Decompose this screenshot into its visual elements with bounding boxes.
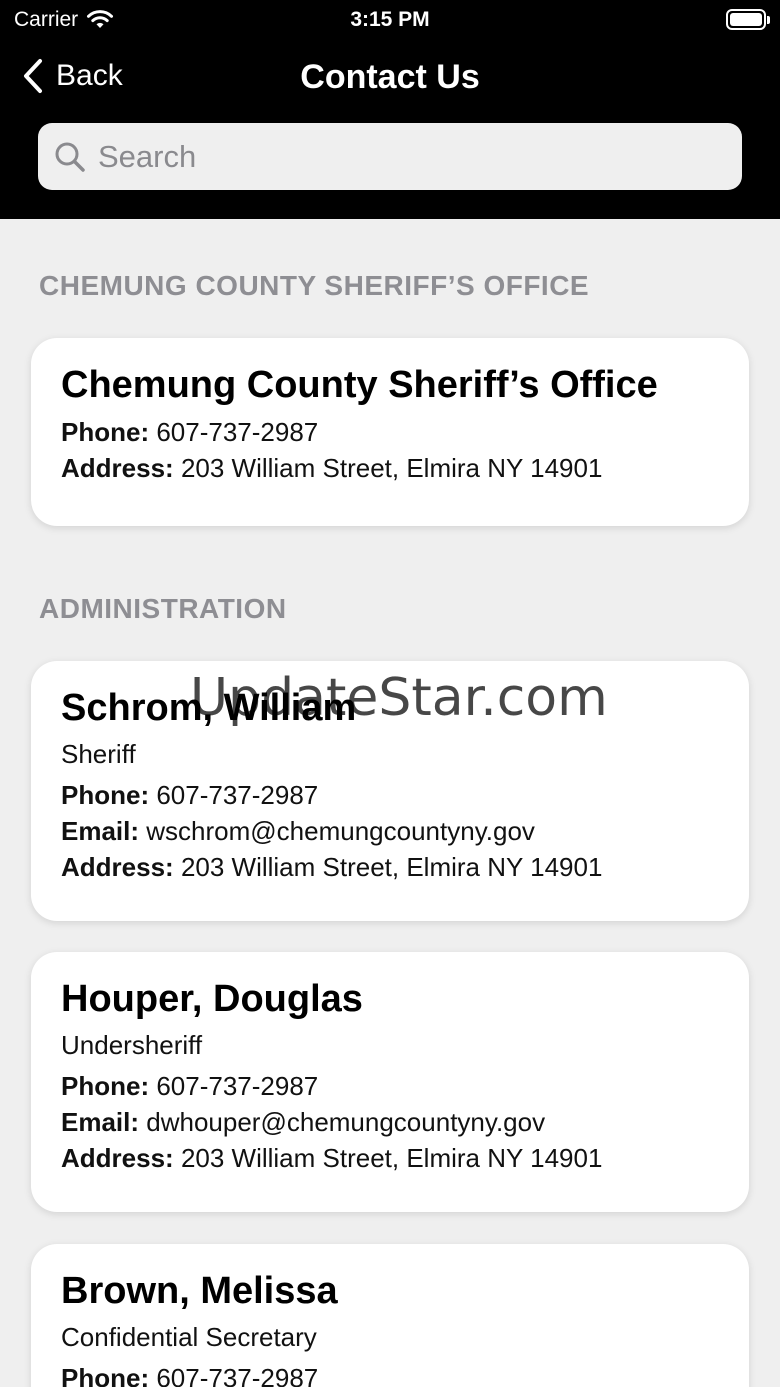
contact-email-row: Email: dwhouper@chemungcountyny.gov xyxy=(61,1104,719,1140)
contact-card[interactable]: Brown, Melissa Confidential Secretary Ph… xyxy=(31,1244,749,1387)
search-bar[interactable] xyxy=(38,123,742,190)
contact-phone-row: Phone: 607-737-2987 xyxy=(61,1068,719,1104)
contact-phone-row: Phone: 607-737-2987 xyxy=(61,1360,719,1387)
email-label: Email: xyxy=(61,1107,140,1137)
contact-address[interactable]: 203 William Street, Elmira NY 14901 xyxy=(181,852,602,882)
battery-icon xyxy=(726,9,770,30)
contact-card[interactable]: Houper, Douglas Undersheriff Phone: 607-… xyxy=(31,952,749,1212)
contact-email-row: Email: wschrom@chemungcountyny.gov xyxy=(61,813,719,849)
contact-role: Undersheriff xyxy=(61,1030,203,1060)
contact-phone[interactable]: 607-737-2987 xyxy=(156,1071,318,1101)
contact-phone[interactable]: 607-737-2987 xyxy=(156,780,318,810)
contact-name: Brown, Melissa xyxy=(61,1270,338,1312)
contact-phone[interactable]: 607-737-2987 xyxy=(156,417,318,447)
contact-card[interactable]: Chemung County Sheriff’s Office Phone: 6… xyxy=(31,338,749,526)
page-title: Contact Us xyxy=(300,58,480,96)
contact-address-row: Address: 203 William Street, Elmira NY 1… xyxy=(61,450,719,486)
contact-address-row: Address: 203 William Street, Elmira NY 1… xyxy=(61,849,719,885)
contact-name: Schrom, William xyxy=(61,687,357,729)
contact-address[interactable]: 203 William Street, Elmira NY 14901 xyxy=(181,453,602,483)
navigation-header: Carrier 3:15 PM Back Contact Us xyxy=(0,0,780,219)
section-header-sheriffs-office: CHEMUNG COUNTY SHERIFF’S OFFICE xyxy=(39,270,590,301)
status-time: 3:15 PM xyxy=(350,8,430,31)
address-label: Address: xyxy=(61,852,174,882)
contact-phone-row: Phone: 607-737-2987 xyxy=(61,777,719,813)
search-icon xyxy=(55,142,85,172)
contact-role: Sheriff xyxy=(61,739,136,769)
contact-address[interactable]: 203 William Street, Elmira NY 14901 xyxy=(181,1143,602,1173)
contact-phone-row: Phone: 607-737-2987 xyxy=(61,414,719,450)
contact-address-row: Address: 203 William Street, Elmira NY 1… xyxy=(61,1140,719,1176)
contact-name: Houper, Douglas xyxy=(61,978,363,1020)
phone-label: Phone: xyxy=(61,417,150,447)
contact-role: Confidential Secretary xyxy=(61,1322,317,1352)
contact-phone[interactable]: 607-737-2987 xyxy=(156,1363,318,1387)
contact-email[interactable]: dwhouper@chemungcountyny.gov xyxy=(146,1107,545,1137)
status-bar: Carrier 3:15 PM xyxy=(0,0,780,40)
contact-name: Chemung County Sheriff’s Office xyxy=(61,364,658,406)
phone-label: Phone: xyxy=(61,1363,150,1387)
search-input[interactable] xyxy=(98,138,698,175)
email-label: Email: xyxy=(61,816,140,846)
section-header-administration: ADMINISTRATION xyxy=(39,593,287,624)
address-label: Address: xyxy=(61,1143,174,1173)
address-label: Address: xyxy=(61,453,174,483)
phone-label: Phone: xyxy=(61,1071,150,1101)
contact-card[interactable]: Schrom, William Sheriff Phone: 607-737-2… xyxy=(31,661,749,921)
nav-bar: Back Contact Us xyxy=(0,50,780,110)
contact-email[interactable]: wschrom@chemungcountyny.gov xyxy=(146,816,535,846)
phone-label: Phone: xyxy=(61,780,150,810)
